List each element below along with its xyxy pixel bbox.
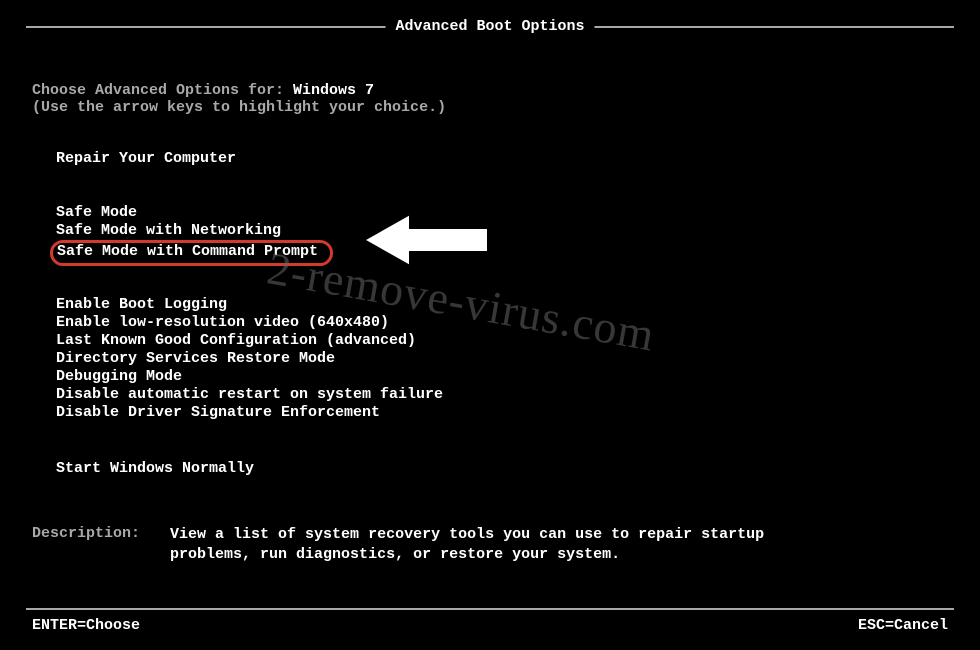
intro-prefix: Choose Advanced Options for: xyxy=(32,82,293,99)
menu-safe-mode-cmd[interactable]: Safe Mode with Command Prompt xyxy=(56,240,333,266)
menu-disable-driver-sig[interactable]: Disable Driver Signature Enforcement xyxy=(56,404,443,422)
menu-enable-boot-logging[interactable]: Enable Boot Logging xyxy=(56,296,443,314)
intro-hint: (Use the arrow keys to highlight your ch… xyxy=(32,99,446,116)
safe-mode-group: Safe Mode Safe Mode with Networking Safe… xyxy=(56,204,333,266)
menu-repair-computer[interactable]: Repair Your Computer xyxy=(56,150,236,167)
description-block: Description: View a list of system recov… xyxy=(32,525,770,565)
description-text: View a list of system recovery tools you… xyxy=(170,525,770,565)
menu-safe-mode[interactable]: Safe Mode xyxy=(56,204,333,222)
arrow-left-icon xyxy=(364,210,494,275)
intro-os: Windows 7 xyxy=(293,82,374,99)
footer-enter: ENTER=Choose xyxy=(32,617,140,634)
description-label: Description: xyxy=(32,525,140,565)
menu-low-res-video[interactable]: Enable low-resolution video (640x480) xyxy=(56,314,443,332)
highlight-ring: Safe Mode with Command Prompt xyxy=(50,240,333,266)
footer-esc: ESC=Cancel xyxy=(858,617,948,634)
intro-block: Choose Advanced Options for: Windows 7 (… xyxy=(32,82,446,116)
menu-debugging-mode[interactable]: Debugging Mode xyxy=(56,368,443,386)
options-group: Enable Boot Logging Enable low-resolutio… xyxy=(56,296,443,422)
menu-disable-auto-restart[interactable]: Disable automatic restart on system fail… xyxy=(56,386,443,404)
menu-start-normally[interactable]: Start Windows Normally xyxy=(56,460,254,477)
menu-safe-mode-networking[interactable]: Safe Mode with Networking xyxy=(56,222,333,240)
menu-ds-restore-mode[interactable]: Directory Services Restore Mode xyxy=(56,350,443,368)
bottom-rule xyxy=(26,608,954,610)
page-title: Advanced Boot Options xyxy=(385,18,594,35)
menu-last-known-good[interactable]: Last Known Good Configuration (advanced) xyxy=(56,332,443,350)
footer: ENTER=Choose ESC=Cancel xyxy=(32,617,948,634)
